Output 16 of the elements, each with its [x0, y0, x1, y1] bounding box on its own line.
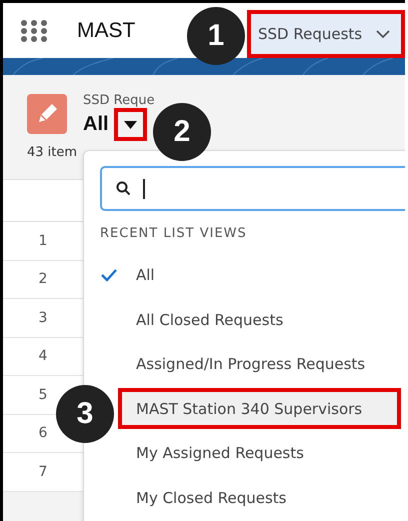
caret-down-icon — [124, 120, 137, 128]
text-cursor — [143, 178, 144, 198]
nav-tab[interactable]: SSD Requests — [247, 10, 405, 58]
menu-item[interactable]: MAST Station 340 Supervisors — [118, 388, 401, 430]
search-field[interactable] — [100, 166, 405, 211]
list-view-dropdown-button[interactable] — [114, 108, 147, 141]
object-label: SSD Reque — [83, 94, 155, 108]
chevron-down-icon — [376, 30, 390, 38]
list-view-name: All — [83, 113, 109, 136]
item-count: 43 item — [26, 144, 78, 162]
app-launcher-icon[interactable] — [20, 20, 48, 42]
app-name: MAST — [77, 18, 136, 42]
search-icon — [116, 181, 131, 196]
pencil-icon — [27, 94, 67, 134]
section-heading: RECENT LIST VIEWS — [100, 225, 248, 243]
callout-badge: 2 — [153, 103, 211, 161]
